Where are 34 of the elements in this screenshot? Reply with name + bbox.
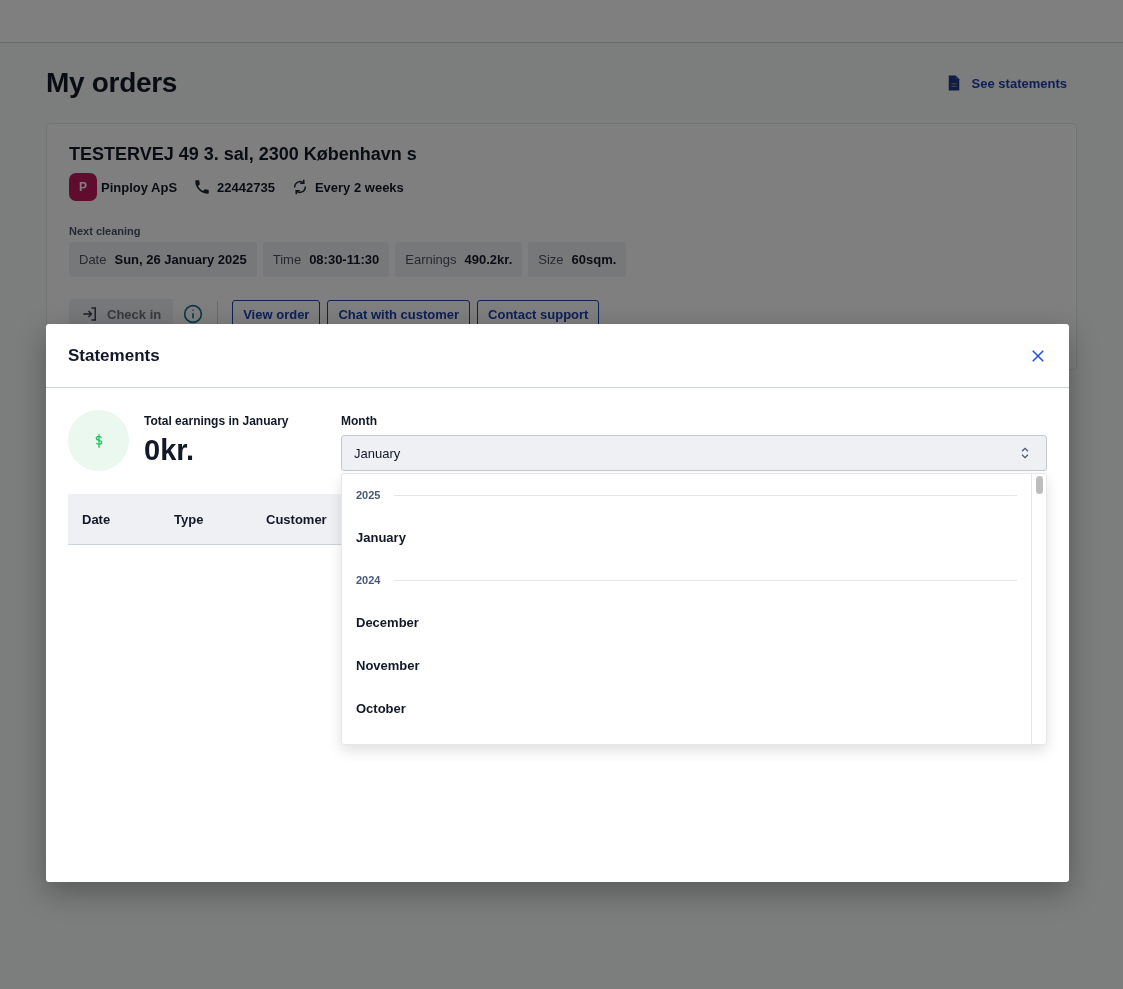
field-label: Month [341, 414, 378, 428]
month-select[interactable]: January [341, 435, 1047, 471]
detail-label: Size [538, 252, 564, 267]
dropdown-option[interactable]: October [356, 687, 1017, 730]
detail-label: Time [272, 252, 302, 267]
dropdown-option[interactable]: November [356, 644, 1017, 687]
page-title: My orders [46, 67, 178, 99]
dialog-title: Statements [68, 345, 160, 366]
phone-icon [193, 178, 212, 196]
sign-in-icon [81, 305, 99, 323]
detail-value: 08:30-11:30 [309, 252, 380, 267]
customer-avatar: P [69, 173, 97, 201]
column-header: Date [82, 511, 112, 527]
see-statements-link[interactable]: See statements [944, 73, 1067, 93]
customer-name: Pinploy ApS [101, 179, 178, 195]
column-header: Customer [266, 511, 327, 527]
phone-number: 22442735 [217, 179, 275, 195]
column-header: Type [174, 511, 205, 527]
frequency: Every 2 weeks [314, 179, 404, 195]
info-icon [183, 304, 204, 324]
section-label: Next cleaning [69, 225, 142, 237]
group-label: 2025 [356, 489, 381, 501]
group-label: 2024 [356, 574, 381, 586]
detail-value: Sun, 26 January 2025 [114, 252, 247, 267]
order-address: TESTERVEJ 49 3. sal, 2300 København s [69, 144, 418, 165]
total-amount: 0kr. [144, 434, 195, 467]
dropdown-option[interactable]: January [356, 516, 1017, 559]
detail-label: Date [79, 252, 107, 267]
scrollbar-thumb[interactable] [1035, 476, 1043, 494]
dropdown-option[interactable]: December [356, 601, 1017, 644]
total-label: Total earnings in January [144, 414, 290, 428]
detail-value: 490.2kr. [464, 252, 513, 267]
detail-label: Earnings [405, 252, 457, 267]
detail-value: 60sqm. [571, 252, 617, 267]
